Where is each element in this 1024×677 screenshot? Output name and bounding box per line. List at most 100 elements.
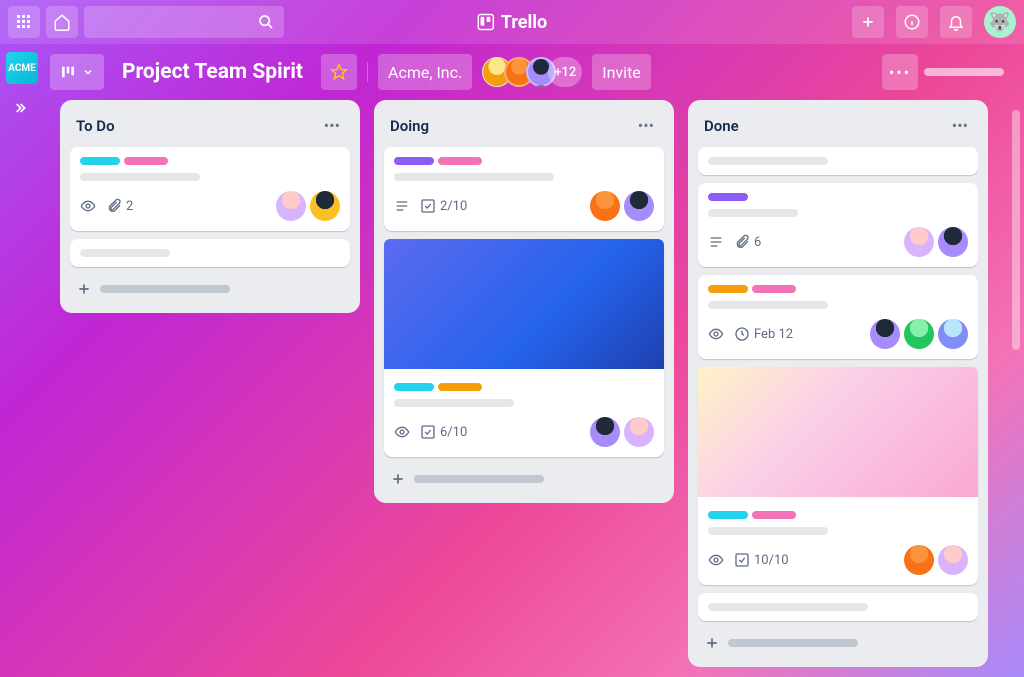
user-avatar[interactable]: 🐺 — [984, 6, 1016, 38]
apps-icon[interactable] — [8, 6, 40, 38]
card-member[interactable] — [938, 319, 968, 349]
card[interactable] — [698, 593, 978, 621]
label-teal[interactable] — [394, 383, 434, 391]
card-cover — [698, 367, 978, 497]
paperclip-icon — [106, 198, 122, 214]
board-menu-button[interactable]: ••• — [882, 54, 918, 90]
search-icon — [258, 14, 274, 30]
label-teal[interactable] — [80, 157, 120, 165]
card-member[interactable] — [276, 191, 306, 221]
eye-icon — [394, 424, 410, 440]
info-button[interactable] — [896, 6, 928, 38]
brand-logo: Trello — [477, 12, 547, 33]
info-icon — [903, 13, 921, 31]
plus-icon — [390, 471, 406, 487]
card-member[interactable] — [938, 227, 968, 257]
notifications-button[interactable] — [940, 6, 972, 38]
label-pink[interactable] — [752, 285, 796, 293]
watch-badge — [708, 326, 724, 342]
card[interactable] — [698, 147, 978, 175]
label-purple[interactable] — [394, 157, 434, 165]
sidebar: ACME — [0, 44, 44, 116]
board-header: Project Team Spirit Acme, Inc. +12 Invit… — [0, 44, 1024, 100]
home-icon[interactable] — [46, 6, 78, 38]
eye-icon — [80, 198, 96, 214]
checklist-icon — [420, 424, 436, 440]
card[interactable]: 2/10 — [384, 147, 664, 231]
list-title[interactable]: To Do — [76, 117, 115, 135]
member-overflow[interactable]: +12 — [548, 57, 582, 87]
card[interactable]: 6 — [698, 183, 978, 267]
attachment-badge: 2 — [106, 198, 133, 214]
search-input[interactable] — [84, 6, 284, 38]
description-badge — [394, 198, 410, 214]
description-badge — [708, 234, 724, 250]
card[interactable]: 6/10 — [384, 239, 664, 457]
divider — [367, 62, 368, 82]
card-member[interactable] — [904, 545, 934, 575]
label-pink[interactable] — [438, 157, 482, 165]
eye-icon — [708, 326, 724, 342]
label-yellow[interactable] — [708, 285, 748, 293]
list-title[interactable]: Done — [704, 117, 739, 135]
plus-icon — [860, 14, 876, 30]
board-members[interactable]: +12 — [482, 57, 582, 87]
label-purple[interactable] — [708, 193, 748, 201]
list-doing: Doing ••• 2/10 — [374, 100, 674, 503]
card-member[interactable] — [938, 545, 968, 575]
description-icon — [394, 198, 410, 214]
expand-sidebar-icon[interactable] — [14, 100, 30, 116]
eye-icon — [708, 552, 724, 568]
watch-badge — [708, 552, 724, 568]
list-menu-icon[interactable]: ••• — [634, 114, 658, 137]
create-button[interactable] — [852, 6, 884, 38]
clock-icon — [734, 326, 750, 342]
list-menu-icon[interactable]: ••• — [320, 114, 344, 137]
card-member[interactable] — [310, 191, 340, 221]
card-member[interactable] — [590, 191, 620, 221]
date-badge: Feb 12 — [734, 326, 793, 342]
list-done: Done ••• 6 — [688, 100, 988, 667]
card-text-placeholder — [80, 173, 200, 181]
watch-badge — [394, 424, 410, 440]
card-member[interactable] — [904, 227, 934, 257]
board-icon — [60, 64, 76, 80]
card-text-placeholder — [708, 603, 868, 611]
board-title[interactable]: Project Team Spirit — [114, 60, 311, 84]
add-card-button[interactable] — [698, 629, 978, 657]
card-member[interactable] — [624, 191, 654, 221]
card-text-placeholder — [708, 209, 798, 217]
label-teal[interactable] — [708, 511, 748, 519]
card[interactable]: Feb 12 — [698, 275, 978, 359]
workspace-badge[interactable]: ACME — [6, 52, 38, 84]
card-member[interactable] — [904, 319, 934, 349]
label-yellow[interactable] — [438, 383, 482, 391]
card-text-placeholder — [80, 249, 170, 257]
card[interactable]: 2 — [70, 147, 350, 231]
card-member[interactable] — [624, 417, 654, 447]
star-button[interactable] — [321, 54, 357, 90]
scrollbar[interactable] — [1012, 110, 1020, 350]
label-pink[interactable] — [752, 511, 796, 519]
add-card-placeholder — [414, 475, 544, 483]
watch-badge — [80, 198, 96, 214]
label-pink[interactable] — [124, 157, 168, 165]
card-text-placeholder — [708, 157, 828, 165]
card-member[interactable] — [870, 319, 900, 349]
add-card-button[interactable] — [384, 465, 664, 493]
board-canvas[interactable]: To Do ••• 2 — [50, 100, 1024, 677]
list-menu-icon[interactable]: ••• — [948, 114, 972, 137]
star-icon — [330, 63, 348, 81]
list-title[interactable]: Doing — [390, 117, 429, 135]
board-view-switcher[interactable] — [50, 54, 104, 90]
card[interactable] — [70, 239, 350, 267]
paperclip-icon — [734, 234, 750, 250]
checklist-badge: 10/10 — [734, 552, 789, 568]
invite-button[interactable]: Invite — [592, 54, 651, 90]
card-cover — [384, 239, 664, 369]
add-card-button[interactable] — [70, 275, 350, 303]
card[interactable]: 10/10 — [698, 367, 978, 585]
brand-text: Trello — [501, 12, 547, 33]
org-button[interactable]: Acme, Inc. — [378, 54, 472, 90]
card-member[interactable] — [590, 417, 620, 447]
